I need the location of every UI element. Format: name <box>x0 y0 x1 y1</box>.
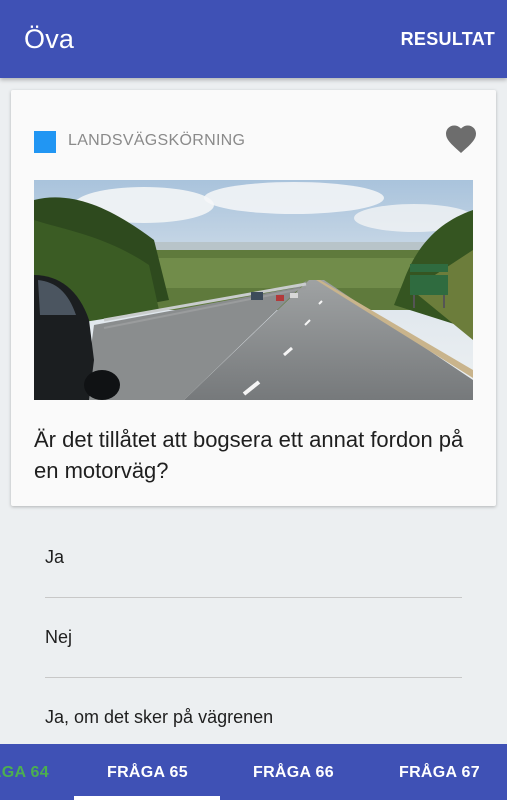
heart-icon[interactable] <box>442 121 480 157</box>
tab-question-65[interactable]: FRÅGA 65 <box>107 764 188 782</box>
page-title: Öva <box>24 24 75 54</box>
category-color-square <box>34 131 56 153</box>
answer-list: Ja Nej Ja, om det sker på vägrenen <box>45 518 462 758</box>
tab-question-64[interactable]: FRÅGA 64 <box>0 764 49 782</box>
tab-question-67[interactable]: FRÅGA 67 <box>399 764 480 782</box>
selected-tab-indicator <box>74 796 220 800</box>
app-bar: Öva RESULTAT <box>0 0 507 78</box>
question-tab-bar: FRÅGA 64 FRÅGA 65 FRÅGA 66 FRÅGA 67 <box>0 744 507 800</box>
answer-option[interactable]: Nej <box>45 598 462 678</box>
question-card: LANDSVÄGSKÖRNING Är det tillåtet att bog… <box>11 90 496 506</box>
tab-question-66[interactable]: FRÅGA 66 <box>253 764 334 782</box>
question-text: Är det tillåtet att bogsera ett annat fo… <box>34 427 464 483</box>
road-photo <box>34 180 473 400</box>
answer-option[interactable]: Ja <box>45 518 462 598</box>
category-label: LANDSVÄGSKÖRNING <box>68 132 246 149</box>
results-button[interactable]: RESULTAT <box>401 29 495 50</box>
